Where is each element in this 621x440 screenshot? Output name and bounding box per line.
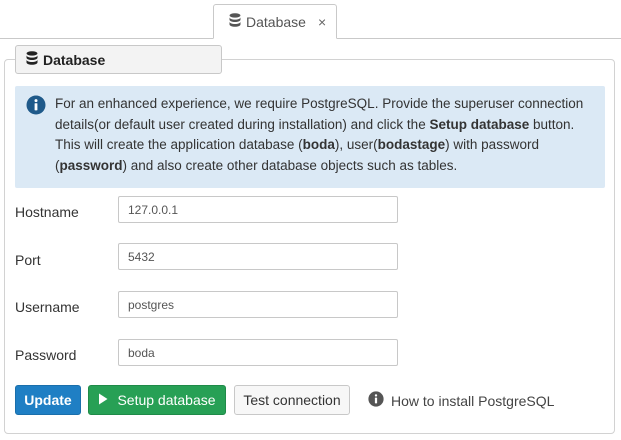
hostname-input[interactable] xyxy=(118,196,398,223)
update-button[interactable]: Update xyxy=(15,385,81,415)
update-button-label: Update xyxy=(24,392,72,408)
play-icon xyxy=(98,392,108,408)
install-postgresql-label: How to install PostgreSQL xyxy=(391,392,555,409)
alert-bold-db: boda xyxy=(302,137,335,152)
password-input[interactable] xyxy=(118,339,398,366)
info-circle-icon xyxy=(26,95,46,122)
panel-header: Database xyxy=(15,45,222,74)
alert-bold-password: password xyxy=(59,157,123,173)
install-postgresql-link[interactable]: How to install PostgreSQL xyxy=(368,391,554,410)
setup-database-button[interactable]: Setup database xyxy=(88,385,226,415)
tab-database[interactable]: Database × xyxy=(213,4,337,39)
test-connection-button-label: Test connection xyxy=(243,392,341,408)
database-icon xyxy=(26,51,38,68)
alert-text-5: ) and also create other database objects… xyxy=(122,157,458,173)
info-circle-icon xyxy=(368,391,384,410)
panel-title: Database xyxy=(43,51,106,68)
username-label: Username xyxy=(15,299,80,315)
alert-text-3: ), user( xyxy=(334,137,378,152)
info-alert: For an enhanced experience, we require P… xyxy=(15,86,605,188)
port-input[interactable] xyxy=(118,243,398,270)
close-icon[interactable]: × xyxy=(318,14,326,30)
tab-label: Database xyxy=(246,13,306,30)
port-label: Port xyxy=(15,252,41,268)
test-connection-button[interactable]: Test connection xyxy=(234,385,350,415)
setup-database-button-label: Setup database xyxy=(117,392,216,408)
hostname-label: Hostname xyxy=(15,204,79,220)
database-icon xyxy=(229,13,241,30)
tab-bar: Database × xyxy=(0,0,621,39)
alert-bold-setup: Setup database xyxy=(429,116,530,132)
username-input[interactable] xyxy=(118,291,398,318)
alert-bold-user: bodastage xyxy=(377,137,446,152)
password-label: Password xyxy=(15,347,77,363)
